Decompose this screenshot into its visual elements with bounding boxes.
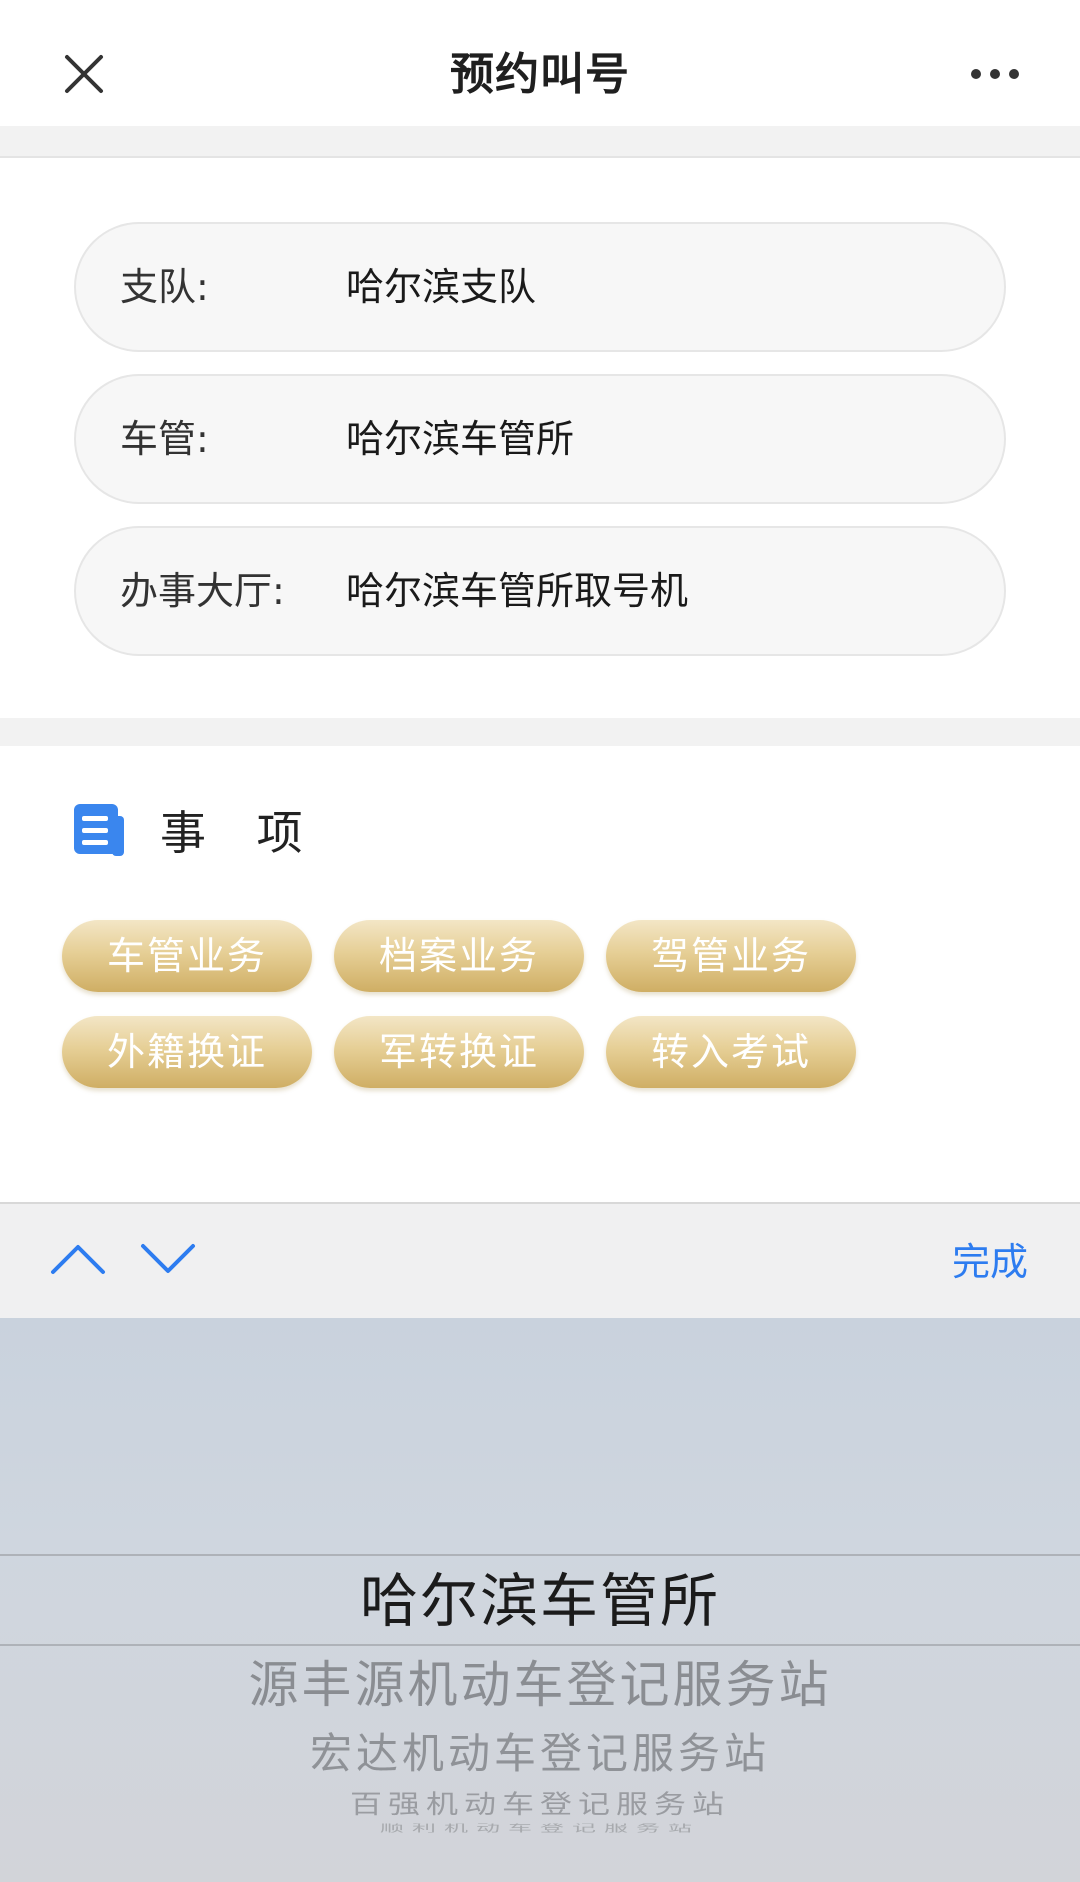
next-button[interactable] xyxy=(138,1234,198,1284)
divider xyxy=(0,718,1080,746)
picker-option[interactable]: 宏达机动车登记服务站 xyxy=(0,1726,1080,1782)
matters-title: 事 项 xyxy=(160,806,321,860)
chip-foreign-license[interactable]: 外籍换证 xyxy=(62,1016,312,1088)
picker-toolbar: 完成 xyxy=(0,1202,1080,1318)
chip-vehicle-business[interactable]: 车管业务 xyxy=(62,920,312,992)
service-hall-label: 办事大厅: xyxy=(120,569,285,613)
picker-option[interactable]: 顺利机动车登记服务站 xyxy=(0,1824,1080,1833)
previous-button[interactable] xyxy=(48,1234,108,1284)
picker-selected-option[interactable]: 哈尔滨车管所 xyxy=(0,1556,1080,1646)
chevron-down-icon xyxy=(141,1244,195,1273)
service-hall-select[interactable]: 办事大厅: 哈尔滨车管所取号机 xyxy=(74,526,1006,656)
service-hall-value: 哈尔滨车管所取号机 xyxy=(346,569,689,613)
picker-selection-bottom-line xyxy=(0,1644,1080,1646)
brigade-select[interactable]: 支队: 哈尔滨支队 xyxy=(74,222,1006,352)
nav-bar: 预约叫号 xyxy=(0,0,1080,126)
picker-wheel[interactable]: 哈尔滨车管所 源丰源机动车登记服务站 宏达机动车登记服务站 百强机动车登记服务站… xyxy=(0,1318,1080,1882)
chip-archive-business[interactable]: 档案业务 xyxy=(334,920,584,992)
more-icon xyxy=(971,69,1019,79)
brigade-value: 哈尔滨支队 xyxy=(346,265,537,309)
page-title: 预约叫号 xyxy=(450,49,630,100)
brigade-label: 支队: xyxy=(120,265,209,309)
chip-military-license[interactable]: 军转换证 xyxy=(334,1016,584,1088)
picker-option[interactable]: 源丰源机动车登记服务站 xyxy=(0,1650,1080,1720)
chip-driver-business[interactable]: 驾管业务 xyxy=(606,920,856,992)
chevron-up-icon xyxy=(51,1245,105,1274)
picker-option[interactable]: 百强机动车登记服务站 xyxy=(0,1788,1080,1820)
vehicle-office-label: 车管: xyxy=(120,417,209,461)
vehicle-office-select[interactable]: 车管: 哈尔滨车管所 xyxy=(74,374,1006,504)
more-button[interactable] xyxy=(960,44,1030,104)
document-icon xyxy=(74,804,124,856)
divider xyxy=(0,126,1080,158)
vehicle-office-value: 哈尔滨车管所 xyxy=(346,417,575,461)
chip-transfer-exam[interactable]: 转入考试 xyxy=(606,1016,856,1088)
matters-header: 事 项 xyxy=(72,798,321,862)
done-button[interactable]: 完成 xyxy=(952,1234,1028,1290)
